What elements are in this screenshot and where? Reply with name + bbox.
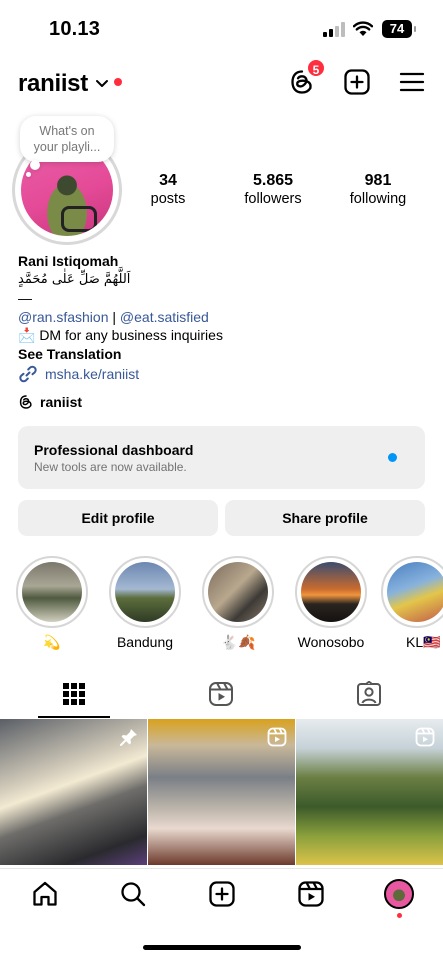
professional-dashboard[interactable]: Professional dashboard New tools are now… xyxy=(18,426,425,489)
dashboard-title: Professional dashboard xyxy=(34,442,194,458)
highlight-cover xyxy=(22,562,82,622)
highlight-label: Wonosobo xyxy=(297,634,365,650)
highlight-cover xyxy=(387,562,443,622)
highlight-ring xyxy=(381,556,443,628)
status-bar: 10.13 74 xyxy=(0,0,443,58)
avatar-photo-detail xyxy=(61,206,97,232)
mention-link-food[interactable]: @eat.satisfied xyxy=(120,309,209,325)
story-highlight[interactable]: 🐇🍂 xyxy=(195,556,281,651)
pin-icon xyxy=(120,729,137,746)
post-thumbnail[interactable] xyxy=(296,719,443,865)
dashboard-new-dot xyxy=(388,453,397,462)
threads-small-icon xyxy=(19,395,32,409)
create-icon[interactable] xyxy=(208,880,236,908)
posts-grid xyxy=(0,719,443,865)
highlight-cover xyxy=(208,562,268,622)
grid-icon[interactable] xyxy=(61,681,87,707)
tagged-icon[interactable] xyxy=(356,681,382,707)
battery-indicator: 74 xyxy=(382,20,416,38)
following-stat[interactable]: 981 following xyxy=(342,172,414,208)
profile-tabs xyxy=(0,675,443,719)
display-name: Rani Istiqomah xyxy=(18,253,119,269)
story-highlight[interactable]: Bandung xyxy=(102,556,188,651)
bio-url-row[interactable]: msha.ke/raniist xyxy=(18,364,428,384)
story-highlight[interactable]: 💫 xyxy=(9,556,95,651)
followers-label: followers xyxy=(244,191,302,207)
mention-link-fashion[interactable]: @ran.sfashion xyxy=(18,309,108,325)
status-time: 10.13 xyxy=(49,18,101,40)
reels-icon[interactable] xyxy=(297,880,325,908)
bottom-navigation xyxy=(0,868,443,922)
add-icon[interactable] xyxy=(343,68,371,96)
threads-profile-link[interactable]: raniist xyxy=(18,394,82,410)
bio-dm-line: 📩 DM for any business inquiries xyxy=(18,327,223,343)
search-icon[interactable] xyxy=(119,880,147,908)
highlight-label: 🐇🍂 xyxy=(220,634,256,650)
edit-profile-button[interactable]: Edit profile xyxy=(18,500,218,536)
post-thumbnail[interactable] xyxy=(0,719,147,865)
reels-icon[interactable] xyxy=(208,681,234,707)
following-label: following xyxy=(349,191,407,207)
wifi-icon xyxy=(353,21,373,36)
highlight-ring xyxy=(202,556,274,628)
chevron-down-icon[interactable] xyxy=(95,76,109,90)
profile-avatar[interactable] xyxy=(384,879,414,909)
profile-header: raniist 5 xyxy=(0,58,443,106)
bio-separator: | xyxy=(108,308,120,325)
home-indicator[interactable] xyxy=(143,945,301,950)
bio-links-line: @ran.sfashion | @eat.satisfied xyxy=(18,308,428,327)
home-icon[interactable] xyxy=(31,880,59,908)
highlight-ring xyxy=(295,556,367,628)
story-highlight[interactable]: KL🇲🇾 xyxy=(381,556,443,651)
note-bubble-tail xyxy=(30,160,40,170)
note-bubble[interactable]: What's on your playli... xyxy=(20,116,114,162)
followers-stat[interactable]: 5.865 followers xyxy=(236,172,310,208)
profile-notification-dot xyxy=(397,913,402,918)
posts-stat[interactable]: 34 posts xyxy=(141,172,195,208)
menu-icon[interactable] xyxy=(398,68,426,96)
bio-arabic-text: اَللَّهُمَّ صَلِّ عَلٰى مُحَمَّدٍ xyxy=(18,271,131,287)
reel-indicator-icon xyxy=(267,727,287,747)
story-highlight[interactable]: Wonosobo xyxy=(288,556,374,651)
highlight-label: Bandung xyxy=(116,634,174,650)
highlight-cover xyxy=(301,562,361,622)
bio-dash: — xyxy=(18,290,32,306)
highlight-cover xyxy=(115,562,175,622)
bio-url[interactable]: msha.ke/raniist xyxy=(45,365,139,384)
highlight-ring xyxy=(16,556,88,628)
following-count: 981 xyxy=(364,172,392,189)
highlight-label: KL🇲🇾 xyxy=(406,634,441,650)
threads-badge: 5 xyxy=(306,58,326,78)
followers-count: 5.865 xyxy=(252,172,294,189)
cellular-signal-icon xyxy=(323,22,345,37)
post-thumbnail[interactable] xyxy=(148,719,295,865)
profile-bio: Rani Istiqomah اَللَّهُمَّ صَلِّ عَلٰى م… xyxy=(18,252,428,384)
highlight-label: 💫 xyxy=(43,634,61,650)
threads-handle: raniist xyxy=(40,394,83,410)
notification-dot xyxy=(114,78,122,86)
link-icon xyxy=(19,365,37,383)
posts-count: 34 xyxy=(159,172,177,189)
note-bubble-tail-small xyxy=(26,172,31,177)
highlight-ring xyxy=(109,556,181,628)
see-translation-link[interactable]: See Translation xyxy=(18,345,428,364)
username-switcher[interactable]: raniist xyxy=(18,70,88,98)
dashboard-subtitle: New tools are now available. xyxy=(34,460,187,474)
share-profile-button[interactable]: Share profile xyxy=(225,500,425,536)
posts-label: posts xyxy=(150,191,186,207)
reel-indicator-icon xyxy=(415,727,435,747)
active-tab-indicator xyxy=(38,716,110,718)
